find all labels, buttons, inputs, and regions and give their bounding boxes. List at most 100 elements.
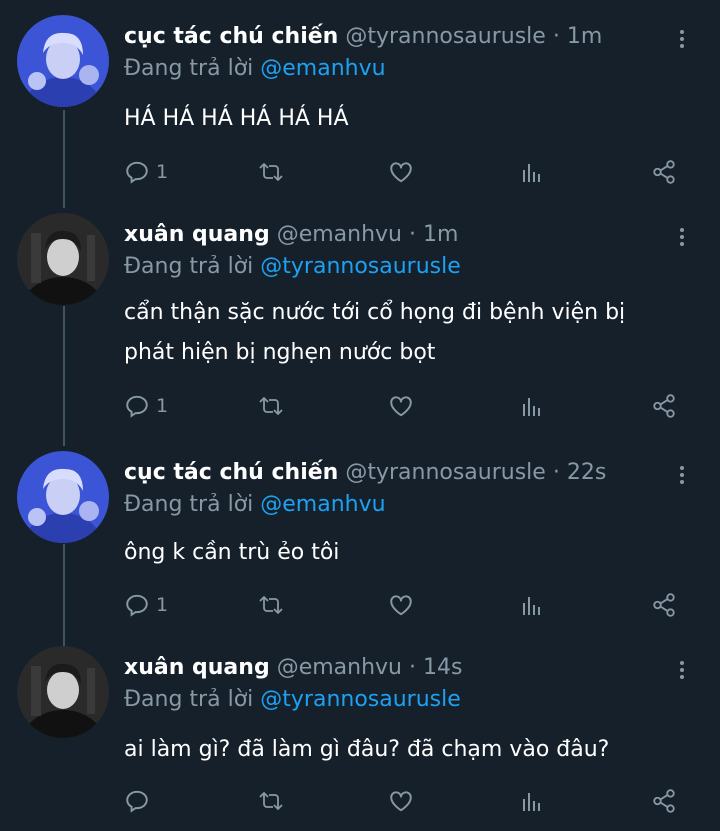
tweet-header: cục tác chú chiến @tyrannosaurusle · 1m [124,23,602,51]
replying-to-link[interactable]: @tyrannosaurusle [260,687,461,712]
retweet-button[interactable] [257,590,285,620]
replying-to: Đang trả lời @emanhvu [124,491,386,519]
reply-button[interactable]: 1 [124,391,168,421]
replying-to: Đang trả lời @emanhvu [124,55,386,83]
retweet-button[interactable] [257,786,285,816]
reply-count: 1 [156,161,169,183]
share-icon [653,789,675,813]
like-button[interactable] [388,786,414,816]
tweet-text-line: HÁ HÁ HÁ HÁ HÁ HÁ [124,106,349,131]
avatar[interactable] [17,451,109,543]
display-name[interactable]: cục tác chú chiến [124,24,338,49]
user-handle[interactable]: @tyrannosaurusle [345,460,546,485]
more-options-icon[interactable] [672,463,692,491]
like-icon [390,791,412,812]
replying-to: Đang trả lời @tyrannosaurusle [124,686,461,714]
retweet-icon [259,596,283,614]
display-name[interactable]: xuân quang [124,655,270,680]
tweet-text: HÁ HÁ HÁ HÁ HÁ HÁ [124,99,694,139]
reply-count: 1 [156,594,169,616]
tweet-text: cẩn thận sặc nước tới cổ họng đi bệnh vi… [124,293,694,373]
replying-to-label: Đang trả lời [124,56,254,81]
separator: · [545,460,567,485]
like-button[interactable] [388,391,414,421]
like-button[interactable] [388,590,414,620]
replying-to-link[interactable]: @emanhvu [260,56,385,81]
tweet-actions [0,786,720,816]
like-icon [390,396,412,417]
separator: · [401,222,423,247]
tweet-text: ai làm gì? đã làm gì đâu? đã chạm vào đâ… [124,730,694,770]
tweet-header: cục tác chú chiến @tyrannosaurusle · 22s [124,459,606,487]
analytics-icon [523,597,540,615]
analytics-button[interactable] [520,786,544,816]
avatar[interactable] [17,646,109,738]
replying-to: Đang trả lời @tyrannosaurusle [124,253,461,281]
retweet-icon [259,397,283,415]
replying-to-label: Đang trả lời [124,492,254,517]
timestamp[interactable]: 1m [423,222,458,247]
user-handle[interactable]: @tyrannosaurusle [345,24,546,49]
share-button[interactable] [650,786,678,816]
display-name[interactable]: cục tác chú chiến [124,460,338,485]
tweet-header: xuân quang @emanhvu · 1m [124,221,458,249]
reply-icon [126,161,148,184]
analytics-button[interactable] [520,157,544,187]
retweet-icon [259,792,283,810]
replying-to-link[interactable]: @tyrannosaurusle [260,254,461,279]
separator: · [545,24,567,49]
like-button[interactable] [388,157,414,187]
share-icon [653,160,675,184]
reply-button[interactable]: 1 [124,590,168,620]
avatar[interactable] [17,213,109,305]
tweet-actions: 1 [0,590,720,620]
tweet-text-line: ông k cần trù ẻo tôi [124,540,340,565]
more-options-icon[interactable] [672,225,692,253]
share-button[interactable] [650,590,678,620]
share-button[interactable] [650,391,678,421]
like-icon [390,162,412,183]
tweet-actions: 1 [0,157,720,187]
retweet-button[interactable] [257,157,285,187]
user-handle[interactable]: @emanhvu [277,655,402,680]
user-handle[interactable]: @emanhvu [277,222,402,247]
more-options-icon[interactable] [672,27,692,55]
tweet-text-line: cẩn thận sặc nước tới cổ họng đi bệnh vi… [124,300,626,325]
analytics-icon [523,164,540,182]
analytics-button[interactable] [520,590,544,620]
tweet[interactable]: xuân quang @emanhvu · 14s Đang trả lời @… [0,646,720,831]
analytics-icon [523,398,540,416]
separator: · [401,655,423,680]
reply-button[interactable]: 1 [124,157,168,187]
timestamp[interactable]: 22s [567,460,606,485]
share-icon [653,593,675,617]
reply-button[interactable] [124,786,156,816]
reply-icon [126,594,148,617]
timestamp[interactable]: 14s [423,655,462,680]
more-options-icon[interactable] [672,658,692,686]
tweet[interactable]: cục tác chú chiến @tyrannosaurusle · 1m … [0,15,720,215]
reply-icon [126,790,148,813]
tweet-actions: 1 [0,391,720,421]
display-name[interactable]: xuân quang [124,222,270,247]
avatar[interactable] [17,15,109,107]
tweet-text-line: ai làm gì? đã làm gì đâu? đã chạm vào đâ… [124,737,610,762]
tweet-text: ông k cần trù ẻo tôi [124,533,694,573]
analytics-button[interactable] [520,391,544,421]
tweet-text-line: phát hiện bị nghẹn nước bọt [124,340,436,365]
retweet-icon [259,163,283,181]
retweet-button[interactable] [257,391,285,421]
tweet-header: xuân quang @emanhvu · 14s [124,654,462,682]
replying-to-label: Đang trả lời [124,687,254,712]
reply-count: 1 [156,395,169,417]
analytics-icon [523,793,540,811]
replying-to-label: Đang trả lời [124,254,254,279]
reply-icon [126,395,148,418]
share-button[interactable] [650,157,678,187]
tweet[interactable]: cục tác chú chiến @tyrannosaurusle · 22s… [0,451,720,651]
share-icon [653,394,675,418]
like-icon [390,595,412,616]
tweet[interactable]: xuân quang @emanhvu · 1m Đang trả lời @t… [0,213,720,453]
timestamp[interactable]: 1m [567,24,602,49]
replying-to-link[interactable]: @emanhvu [260,492,385,517]
